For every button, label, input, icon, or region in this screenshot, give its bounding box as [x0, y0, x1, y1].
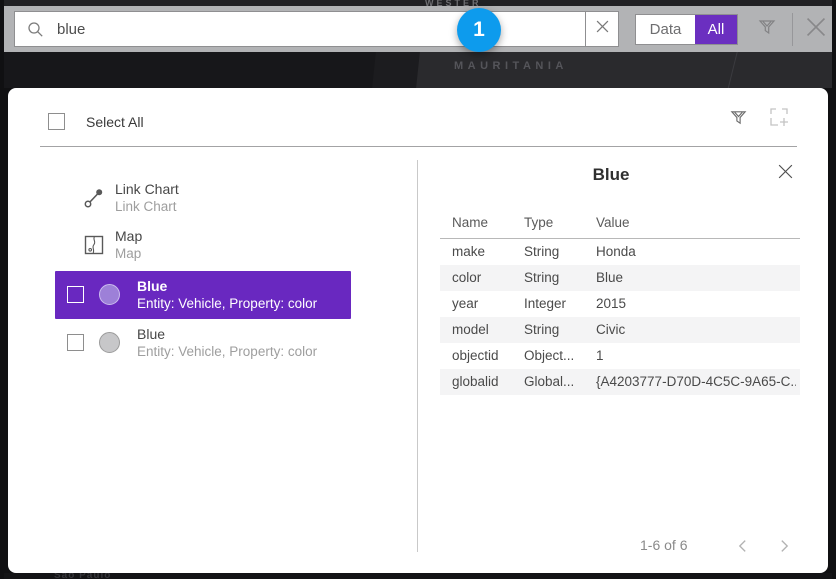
result-checkbox[interactable] — [67, 286, 84, 303]
column-header-type: Type — [524, 215, 594, 230]
pagination: 1-6 of 6 — [418, 531, 804, 561]
toggle-option-all[interactable]: All — [695, 15, 737, 44]
add-selection-icon — [767, 105, 791, 134]
pagination-prev-button[interactable] — [730, 535, 754, 557]
cell-type: Global... — [524, 374, 594, 389]
map-background-strip: MAURITANIA — [4, 52, 832, 88]
pagination-label: 1-6 of 6 — [640, 537, 687, 553]
link-chart-icon — [83, 187, 105, 209]
header-separator — [40, 146, 797, 147]
search-results-panel: Select All Link Chart Link Chart — [8, 88, 828, 573]
map-label-mauritania: MAURITANIA — [454, 60, 568, 72]
result-title: Blue — [137, 277, 317, 295]
column-header-name: Name — [452, 215, 522, 230]
result-subtitle: Map — [115, 245, 142, 262]
cell-value: Honda — [596, 244, 796, 259]
cell-type: String — [524, 244, 594, 259]
result-row-blue-selected[interactable]: Blue Entity: Vehicle, Property: color — [55, 271, 351, 319]
result-title: Map — [115, 227, 142, 245]
table-row: year Integer 2015 — [440, 291, 800, 317]
cell-name: model — [452, 322, 522, 337]
table-row: globalid Global... {A4203777-D70D-4C5C-9… — [440, 369, 800, 395]
cell-name: globalid — [452, 374, 522, 389]
details-close-button[interactable] — [776, 165, 794, 183]
chevron-right-icon — [780, 539, 789, 553]
cell-type: String — [524, 270, 594, 285]
table-row: model String Civic — [440, 317, 800, 343]
result-row-blue[interactable]: Blue Entity: Vehicle, Property: color — [55, 319, 351, 367]
result-subtitle: Entity: Vehicle, Property: color — [137, 343, 317, 360]
details-panel: Blue Name Type Value make String Honda — [418, 148, 804, 573]
result-subtitle: Entity: Vehicle, Property: color — [137, 295, 317, 312]
map-country-border — [372, 52, 420, 88]
map-background-bottom: São Paulo — [4, 573, 832, 579]
select-all-checkbox[interactable] — [48, 113, 65, 130]
attributes-table: Name Type Value make String Honda color … — [440, 208, 800, 395]
result-row-link-chart[interactable]: Link Chart Link Chart — [55, 174, 351, 222]
cell-type: String — [524, 322, 594, 337]
filter-funnel-icon — [729, 108, 748, 132]
callout-badge-1: 1 — [457, 8, 501, 52]
cell-type: Integer — [524, 296, 594, 311]
result-subtitle: Link Chart — [115, 198, 179, 215]
filter-funnel-icon — [757, 17, 777, 42]
cell-value: {A4203777-D70D-4C5C-9A65-C... — [596, 374, 796, 389]
map-country-border — [726, 52, 738, 88]
close-x-icon — [803, 14, 829, 45]
entity-circle-icon — [99, 332, 120, 353]
search-icon — [27, 21, 44, 38]
column-header-value: Value — [596, 215, 796, 230]
map-icon — [83, 234, 105, 256]
cell-name: make — [452, 244, 522, 259]
add-to-selection-button[interactable] — [765, 106, 792, 133]
details-title: Blue — [418, 165, 804, 185]
map-label-sao-paulo: São Paulo — [54, 573, 111, 579]
data-all-toggle: Data All — [635, 14, 738, 45]
cell-name: color — [452, 270, 522, 285]
clear-x-icon — [596, 20, 609, 38]
cell-value: Blue — [596, 270, 796, 285]
close-search-button[interactable] — [799, 12, 833, 46]
cell-value: Civic — [596, 322, 796, 337]
results-filter-button[interactable] — [726, 108, 750, 132]
table-row: objectid Object... 1 — [440, 343, 800, 369]
pagination-next-button[interactable] — [772, 535, 796, 557]
cell-name: objectid — [452, 348, 522, 363]
toolbar-divider — [792, 13, 793, 46]
table-row: color String Blue — [440, 265, 800, 291]
chevron-left-icon — [738, 539, 747, 553]
entity-circle-icon — [99, 284, 120, 305]
filter-button[interactable] — [752, 15, 782, 44]
close-x-icon — [777, 163, 794, 185]
clear-search-button[interactable] — [585, 11, 619, 47]
cell-value: 1 — [596, 348, 796, 363]
cell-name: year — [452, 296, 522, 311]
cell-type: Object... — [524, 348, 594, 363]
map-land-region — [4, 52, 376, 88]
result-checkbox[interactable] — [67, 334, 84, 351]
result-row-map[interactable]: Map Map — [55, 221, 351, 269]
result-title: Link Chart — [115, 180, 179, 198]
app-window: WESTER MAURITANIA São Paulo Data All — [0, 0, 836, 579]
search-toolbar: Data All — [4, 6, 832, 52]
table-header: Name Type Value — [440, 208, 800, 239]
table-row: make String Honda — [440, 239, 800, 265]
select-all-label: Select All — [86, 114, 144, 130]
cell-value: 2015 — [596, 296, 796, 311]
result-title: Blue — [137, 325, 317, 343]
search-input[interactable] — [44, 21, 585, 38]
toggle-option-data[interactable]: Data — [636, 15, 695, 44]
